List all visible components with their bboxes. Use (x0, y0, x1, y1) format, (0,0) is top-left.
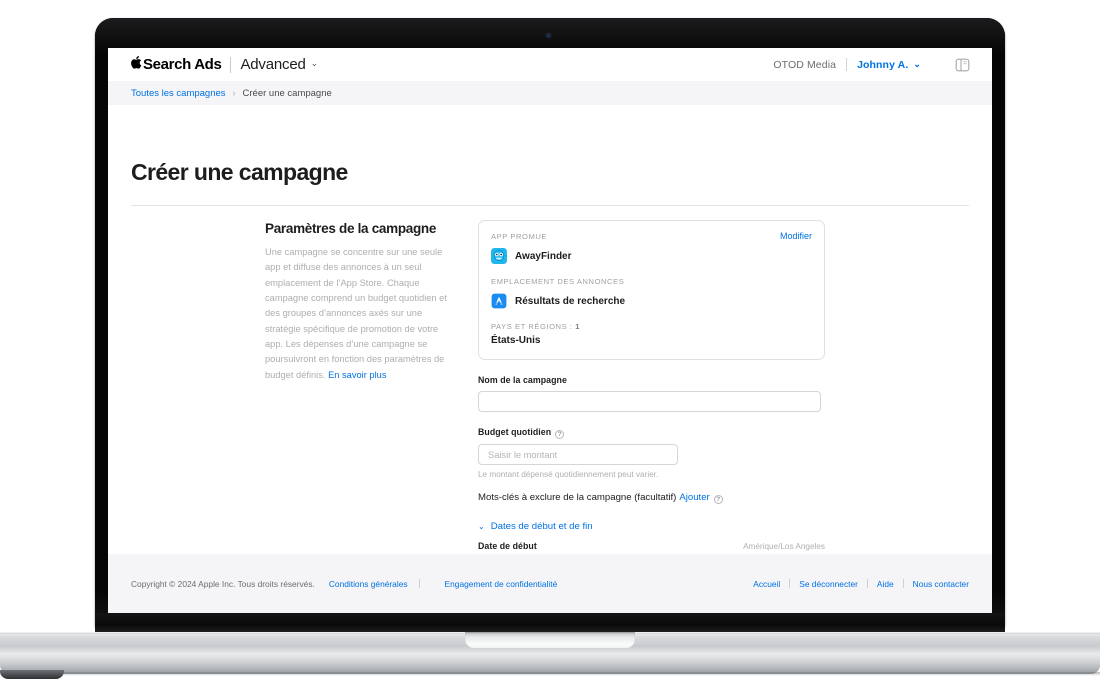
placement-label: Résultats de recherche (515, 295, 626, 307)
brand-name: Search Ads (143, 56, 222, 73)
breadcrumb-current: Créer une campagne (242, 87, 332, 99)
campaign-settings-description: Paramètres de la campagne Une campagne s… (265, 221, 453, 383)
laptop-hinge (95, 613, 1005, 633)
countries-count: 1 (575, 322, 580, 331)
header-account-area: OTOD Media Johnny A. ⌄ (773, 57, 970, 73)
countries-kicker: PAYS ET RÉGIONS : 1 (491, 322, 812, 331)
brand-tier-label: Advanced (240, 56, 306, 73)
campaign-name-field: Nom de la campagne (478, 375, 825, 412)
question-mark-icon[interactable]: ? (713, 495, 723, 504)
footer-right: Accueil Se déconnecter Aide Nous contact… (753, 579, 969, 589)
global-header: Search Ads Advanced ⌄ OTOD Media Johnny … (108, 48, 992, 81)
chevron-down-icon: ⌄ (478, 522, 485, 531)
daily-budget-label-text: Budget quotidien (478, 427, 552, 437)
copyright-text: Copyright © 2024 Apple Inc. Tous droits … (131, 578, 315, 589)
sidebar-panel-icon[interactable] (955, 57, 970, 73)
breadcrumb: Toutes les campagnes › Créer une campagn… (108, 81, 992, 105)
page-footer: Copyright © 2024 Apple Inc. Tous droits … (108, 554, 992, 613)
brand-lockup[interactable]: Search Ads Advanced ⌄ (131, 55, 319, 73)
daily-budget-hint: Le montant dépensé quotidiennement peut … (478, 470, 659, 479)
countries-value: États-Unis (491, 335, 541, 346)
content-sheet: Créer une campagne Paramètres de la camp… (108, 105, 992, 613)
promoted-app-name: AwayFinder (515, 250, 572, 262)
daily-budget-label: Budget quotidien? (478, 427, 825, 439)
awayfinder-app-icon (491, 248, 507, 264)
footer-divider (418, 579, 420, 588)
section-heading: Paramètres de la campagne (265, 221, 437, 236)
modify-link[interactable]: Modifier (780, 231, 812, 241)
laptop-device: Search Ads Advanced ⌄ OTOD Media Johnny … (0, 0, 1100, 700)
webpage: Search Ads Advanced ⌄ OTOD Media Johnny … (108, 48, 992, 613)
excluded-keywords-row: Mots-clés à exclure de la campagne (facu… (478, 492, 825, 504)
help-link[interactable]: Aide (877, 579, 894, 589)
terms-link[interactable]: Conditions générales (329, 579, 408, 589)
page-title: Créer une campagne (131, 159, 348, 185)
placement-kicker: EMPLACEMENT DES ANNONCES (491, 277, 625, 286)
user-menu[interactable]: Johnny A. ⌄ (857, 59, 921, 71)
app-store-icon (491, 293, 507, 309)
webcam-dot (546, 33, 551, 38)
apple-logo-icon (131, 55, 142, 72)
privacy-link[interactable]: Engagement de confidentialité (445, 579, 558, 589)
title-divider (131, 205, 969, 206)
contact-link[interactable]: Nous contacter (913, 579, 969, 589)
timezone-label: Amérique/Los Angeles (743, 542, 825, 551)
placement-row: Résultats de recherche (491, 293, 812, 309)
user-name: Johnny A. (857, 58, 909, 71)
promoted-app-kicker: APP PROMUE (491, 232, 547, 241)
daily-budget-input[interactable] (478, 444, 678, 465)
header-divider (846, 58, 848, 71)
brand-divider (230, 56, 232, 73)
excluded-keywords-label: Mots-clés à exclure de la campagne (facu… (478, 492, 677, 503)
start-date-label: Date de début (478, 541, 537, 551)
screen: Search Ads Advanced ⌄ OTOD Media Johnny … (108, 48, 992, 613)
chevron-down-icon[interactable]: ⌄ (311, 58, 319, 69)
footer-divider (789, 579, 791, 588)
dates-section-toggle[interactable]: ⌄ Dates de début et de fin (478, 521, 825, 532)
section-paragraph: Une campagne se concentre sur une seule … (265, 245, 453, 383)
countries-kicker-text: PAYS ET RÉGIONS : (491, 322, 573, 331)
organization-label: OTOD Media (773, 58, 837, 71)
footer-divider (902, 579, 904, 588)
laptop-foot (0, 670, 64, 679)
footer-divider (866, 579, 868, 588)
breadcrumb-separator-icon: › (232, 88, 236, 98)
daily-budget-field: Budget quotidien? Le montant dépensé quo… (478, 427, 825, 479)
footer-left: Copyright © 2024 Apple Inc. Tous droits … (131, 579, 557, 589)
chevron-down-icon: ⌄ (913, 58, 921, 69)
signout-link[interactable]: Se déconnecter (799, 579, 858, 589)
question-mark-icon[interactable]: ? (555, 430, 565, 439)
dates-section-label: Dates de début et de fin (490, 521, 593, 532)
campaign-name-label: Nom de la campagne (478, 375, 567, 385)
laptop-base-notch (465, 632, 635, 648)
add-excluded-keywords-link[interactable]: Ajouter (679, 492, 709, 503)
section-paragraph-text: Une campagne se concentre sur une seule … (265, 247, 447, 380)
learn-more-link[interactable]: En savoir plus (328, 370, 386, 380)
home-link[interactable]: Accueil (753, 579, 780, 589)
breadcrumb-link-all-campaigns[interactable]: Toutes les campagnes (131, 88, 226, 99)
laptop-base-shadow (0, 672, 1100, 676)
start-date-header: Date de début Amérique/Los Angeles (478, 541, 825, 551)
promoted-app-row: AwayFinder (491, 248, 812, 264)
promoted-app-card: APP PROMUE Modifier AwayFinder EMPLACEME… (478, 220, 825, 360)
campaign-name-input[interactable] (478, 391, 821, 412)
